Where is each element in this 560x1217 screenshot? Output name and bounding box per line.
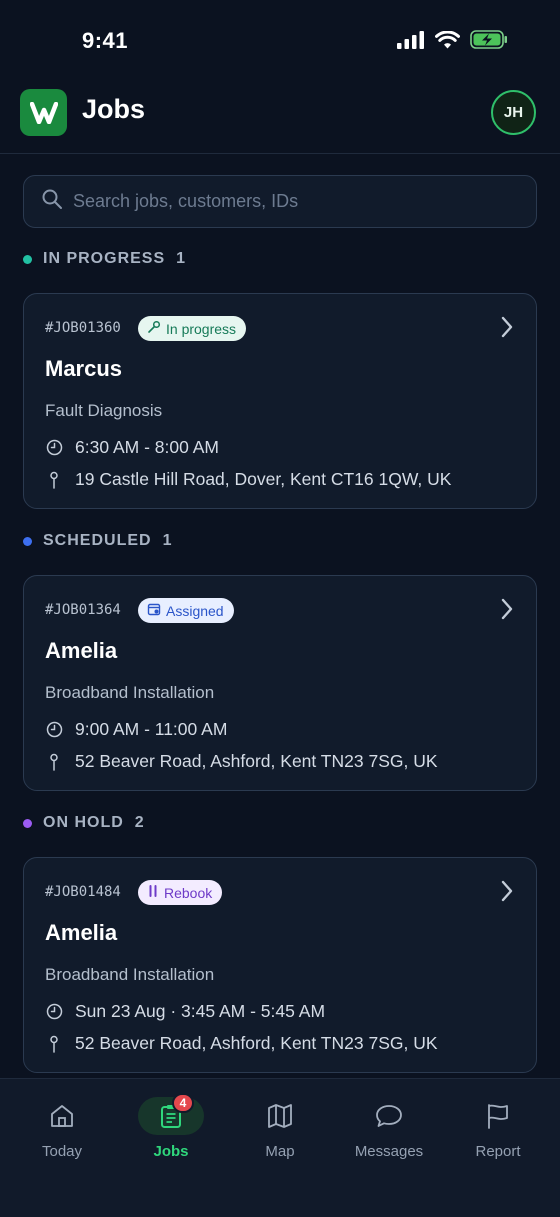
tab-label: Messages — [354, 1143, 424, 1160]
status-badge: In progress — [138, 316, 247, 341]
home-icon — [51, 1105, 73, 1127]
chevron-right-icon[interactable] — [500, 316, 514, 343]
app-logo — [20, 89, 67, 136]
calendar-icon — [147, 602, 161, 619]
section-title: ON HOLD — [43, 814, 124, 831]
search-input[interactable] — [73, 191, 513, 212]
status-badge: Rebook — [138, 880, 223, 905]
job-time: Sun 23 Aug · 3:45 AM - 5:45 AM — [75, 1001, 326, 1021]
tab-icon-container — [465, 1097, 531, 1135]
tab-label: Today — [41, 1143, 83, 1160]
tab-map[interactable]: Map — [224, 1079, 336, 1179]
job-address: 19 Castle Hill Road, Dover, Kent CT16 1Q… — [75, 469, 452, 489]
service-type: Broadband Installation — [45, 965, 215, 984]
section-count: 1 — [176, 250, 186, 267]
clock-icon — [45, 439, 63, 456]
wifi-icon — [435, 30, 460, 54]
chevron-right-icon[interactable] — [500, 598, 514, 625]
search-icon — [41, 188, 63, 215]
job-card[interactable]: #JOB01484 Rebook Amelia Broadband Instal… — [23, 857, 537, 1073]
pin-icon — [45, 1035, 63, 1053]
job-id: #JOB01364 — [45, 602, 121, 618]
section-dot — [23, 536, 32, 546]
tab-jobs[interactable]: 4 Jobs — [115, 1079, 227, 1179]
search-bar[interactable] — [23, 175, 537, 228]
tab-label: Jobs — [153, 1143, 189, 1160]
status-badge-label: Rebook — [164, 884, 213, 901]
customer-name: Marcus — [45, 356, 123, 381]
job-id: #JOB01360 — [45, 320, 121, 336]
status-badge-label: Assigned — [166, 602, 224, 619]
jobs-count-badge: 4 — [172, 1093, 194, 1113]
logo-v-icon — [29, 101, 58, 124]
pin-icon — [45, 753, 63, 771]
map-icon — [268, 1104, 292, 1128]
tab-icon-container: 4 — [138, 1093, 204, 1135]
status-icons — [397, 30, 508, 54]
user-avatar[interactable]: JH — [491, 90, 536, 135]
pause-icon — [147, 884, 159, 901]
tab-icon-container — [247, 1097, 313, 1135]
tab-icon-container — [29, 1097, 95, 1135]
job-time-row: 9:00 AM - 11:00 AM — [45, 719, 227, 740]
job-time: 6:30 AM - 8:00 AM — [75, 437, 219, 457]
bottom-tab-bar: Today 4 Jobs Map Messages Report — [0, 1078, 560, 1217]
tab-messages[interactable]: Messages — [333, 1079, 445, 1179]
section-header-on-hold: ON HOLD 2 — [23, 814, 144, 832]
job-address-row: 52 Beaver Road, Ashford, Kent TN23 7SG, … — [45, 751, 438, 772]
status-bar: 9:41 — [0, 0, 560, 82]
clock-icon — [45, 1003, 63, 1020]
tab-icon-container — [356, 1097, 422, 1135]
section-title: SCHEDULED — [43, 532, 152, 549]
app-header: Jobs JH — [0, 82, 560, 154]
job-address: 52 Beaver Road, Ashford, Kent TN23 7SG, … — [75, 751, 438, 771]
clock-icon — [45, 721, 63, 738]
section-header-scheduled: SCHEDULED 1 — [23, 532, 171, 550]
chat-bubble-icon — [376, 1105, 402, 1127]
job-time-row: Sun 23 Aug · 3:45 AM - 5:45 AM — [45, 1001, 325, 1022]
signal-icon — [397, 30, 425, 54]
page-title: Jobs — [82, 94, 146, 124]
job-card[interactable]: #JOB01360 In progress Marcus Fault Diagn… — [23, 293, 537, 509]
job-id: #JOB01484 — [45, 884, 121, 900]
tab-report[interactable]: Report — [442, 1079, 554, 1179]
customer-name: Amelia — [45, 638, 118, 663]
job-time-row: 6:30 AM - 8:00 AM — [45, 437, 219, 458]
section-title: IN PROGRESS — [43, 250, 166, 267]
job-time: 9:00 AM - 11:00 AM — [75, 719, 228, 739]
tab-label: Map — [265, 1143, 295, 1160]
job-address-row: 52 Beaver Road, Ashford, Kent TN23 7SG, … — [45, 1033, 438, 1054]
section-dot — [23, 254, 32, 264]
status-badge: Assigned — [138, 598, 234, 623]
job-card[interactable]: #JOB01364 Assigned Amelia Broadband Inst… — [23, 575, 537, 791]
section-header-in-progress: IN PROGRESS 1 — [23, 250, 185, 268]
battery-icon — [470, 30, 508, 54]
tab-label: Report — [475, 1143, 521, 1160]
service-type: Broadband Installation — [45, 683, 215, 702]
section-count: 2 — [134, 814, 144, 831]
job-address-row: 19 Castle Hill Road, Dover, Kent CT16 1Q… — [45, 469, 451, 490]
customer-name: Amelia — [45, 920, 118, 945]
section-dot — [23, 818, 32, 828]
service-type: Fault Diagnosis — [45, 401, 163, 420]
wrench-icon — [147, 320, 161, 337]
status-time: 9:41 — [82, 28, 129, 53]
flag-icon — [488, 1104, 508, 1129]
job-address: 52 Beaver Road, Ashford, Kent TN23 7SG, … — [75, 1033, 438, 1053]
pin-icon — [45, 471, 63, 489]
tab-today[interactable]: Today — [6, 1079, 118, 1179]
section-count: 1 — [162, 532, 172, 549]
status-badge-label: In progress — [166, 320, 237, 337]
chevron-right-icon[interactable] — [500, 880, 514, 907]
